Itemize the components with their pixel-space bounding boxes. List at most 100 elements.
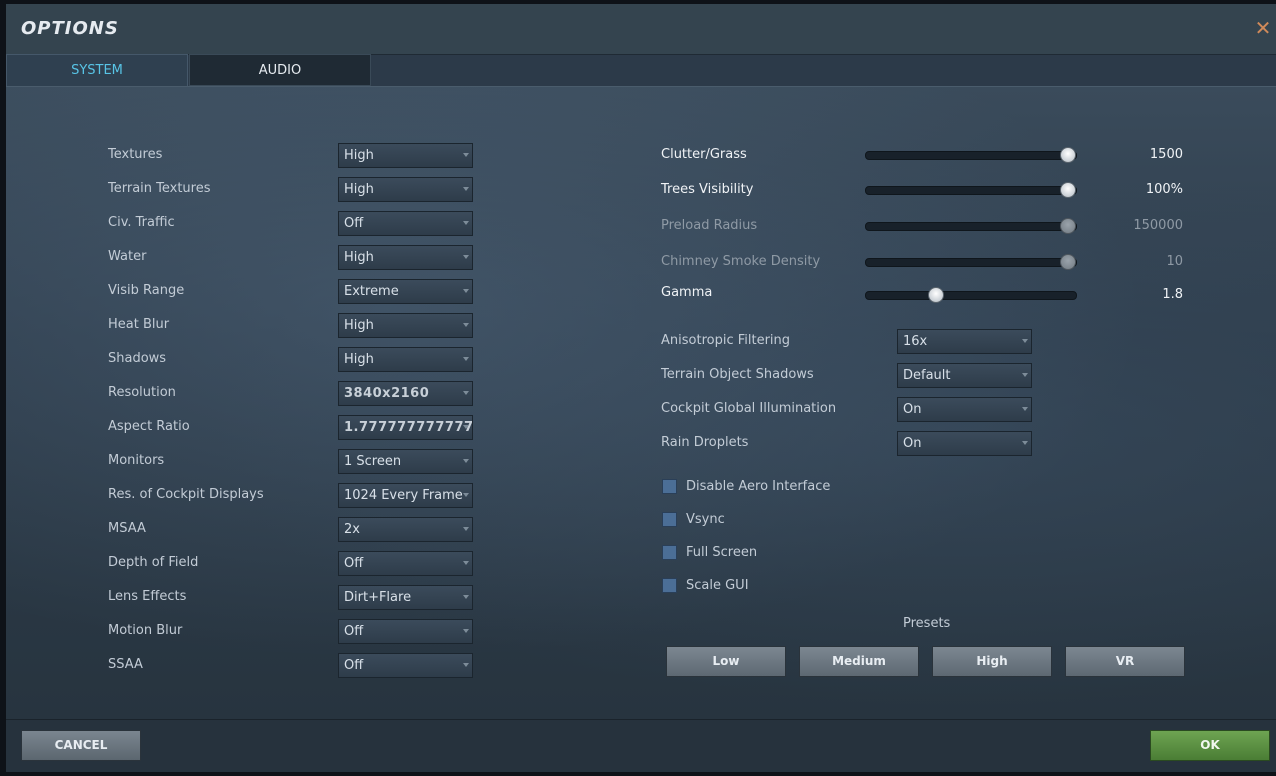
- tab-system[interactable]: SYSTEM: [6, 54, 188, 86]
- chevron-down-icon: [463, 561, 469, 565]
- chevron-down-icon: [463, 221, 469, 225]
- tab-audio[interactable]: AUDIO: [189, 54, 371, 86]
- chevron-down-icon: [463, 493, 469, 497]
- select-value: 1 Screen: [344, 454, 402, 469]
- chimney-smoke-label: Chimney Smoke Density: [661, 254, 821, 269]
- gamma-label: Gamma: [661, 285, 713, 300]
- motion-blur-select[interactable]: Off: [338, 619, 473, 644]
- chevron-down-icon: [1022, 441, 1028, 445]
- option-label: Depth of Field: [108, 555, 199, 570]
- select-value: On: [903, 436, 922, 451]
- chevron-down-icon: [463, 255, 469, 259]
- depth-of-field-select[interactable]: Off: [338, 551, 473, 576]
- monitors-select[interactable]: 1 Screen: [338, 449, 473, 474]
- civ-traffic-select[interactable]: Off: [338, 211, 473, 236]
- presets-label: Presets: [903, 616, 951, 631]
- option-label: Civ. Traffic: [108, 215, 175, 230]
- chevron-down-icon: [463, 425, 469, 429]
- option-label: Heat Blur: [108, 317, 170, 332]
- aspect-ratio-select[interactable]: 1.7777777777778: [338, 415, 473, 440]
- slider-thumb: [1060, 218, 1076, 234]
- clutter-grass-slider[interactable]: [865, 147, 1077, 163]
- preset-medium-button[interactable]: Medium: [799, 646, 919, 677]
- option-label: Monitors: [108, 453, 165, 468]
- select-value: Default: [903, 368, 951, 383]
- slider-thumb[interactable]: [1060, 182, 1076, 198]
- option-label: Resolution: [108, 385, 176, 400]
- textures-select[interactable]: High: [338, 143, 473, 168]
- preset-low-button[interactable]: Low: [666, 646, 786, 677]
- checkbox-box[interactable]: [662, 545, 677, 560]
- checkbox-label: Full Screen: [686, 545, 758, 560]
- option-label: MSAA: [108, 521, 146, 536]
- settings-panel: Textures High Terrain Textures High Civ.…: [6, 86, 1276, 720]
- cockpit-displays-select[interactable]: 1024 Every Frame: [338, 483, 473, 508]
- select-value: On: [903, 402, 922, 417]
- checkbox-box[interactable]: [662, 512, 677, 527]
- chevron-down-icon: [1022, 407, 1028, 411]
- preload-radius-slider: [865, 218, 1077, 234]
- msaa-select[interactable]: 2x: [338, 517, 473, 542]
- chevron-down-icon: [463, 459, 469, 463]
- chevron-down-icon: [463, 527, 469, 531]
- slider-thumb[interactable]: [928, 287, 945, 303]
- select-value: 1.7777777777778: [344, 420, 473, 435]
- window-title: OPTIONS: [21, 18, 119, 39]
- heat-blur-select[interactable]: High: [338, 313, 473, 338]
- ok-button[interactable]: OK: [1150, 730, 1270, 761]
- gamma-slider[interactable]: [865, 287, 1077, 303]
- shadows-select[interactable]: High: [338, 347, 473, 372]
- lens-effects-select[interactable]: Dirt+Flare: [338, 585, 473, 610]
- option-label: Lens Effects: [108, 589, 187, 604]
- anisotropic-select[interactable]: 16x: [897, 329, 1032, 354]
- select-value: High: [344, 318, 374, 333]
- option-label: Aspect Ratio: [108, 419, 190, 434]
- tab-bar: SYSTEM AUDIO: [6, 54, 1276, 86]
- clutter-grass-label: Clutter/Grass: [661, 147, 747, 162]
- select-value: 16x: [903, 334, 928, 349]
- select-value: High: [344, 182, 374, 197]
- ssaa-select[interactable]: Off: [338, 653, 473, 678]
- preset-high-button[interactable]: High: [932, 646, 1052, 677]
- select-value: Off: [344, 216, 364, 231]
- footer-bar: CANCEL OK: [6, 719, 1276, 772]
- close-icon[interactable]: ✕: [1254, 18, 1272, 38]
- chevron-down-icon: [463, 595, 469, 599]
- rain-droplets-select[interactable]: On: [897, 431, 1032, 456]
- chevron-down-icon: [463, 187, 469, 191]
- option-label: Terrain Textures: [108, 181, 211, 196]
- terrain-object-shadows-select[interactable]: Default: [897, 363, 1032, 388]
- cockpit-illumination-select[interactable]: On: [897, 397, 1032, 422]
- checkbox-box[interactable]: [662, 578, 677, 593]
- slider-thumb[interactable]: [1060, 147, 1076, 163]
- gamma-value: 1.8: [1162, 287, 1183, 302]
- chimney-smoke-slider: [865, 254, 1077, 270]
- select-value: 1024 Every Frame: [344, 488, 463, 503]
- option-label: Motion Blur: [108, 623, 183, 638]
- option-label: Shadows: [108, 351, 167, 366]
- option-label: Res. of Cockpit Displays: [108, 487, 264, 502]
- resolution-select[interactable]: 3840x2160: [338, 381, 473, 406]
- chevron-down-icon: [463, 289, 469, 293]
- visib-range-select[interactable]: Extreme: [338, 279, 473, 304]
- trees-visibility-slider[interactable]: [865, 182, 1077, 198]
- option-label: Visib Range: [108, 283, 185, 298]
- checkbox-box[interactable]: [662, 479, 677, 494]
- select-value: Off: [344, 624, 364, 639]
- chevron-down-icon: [463, 357, 469, 361]
- preset-vr-button[interactable]: VR: [1065, 646, 1185, 677]
- trees-visibility-value: 100%: [1145, 182, 1183, 197]
- checkbox-label: Scale GUI: [686, 578, 749, 593]
- chevron-down-icon: [463, 629, 469, 633]
- cancel-button[interactable]: CANCEL: [21, 730, 141, 761]
- select-value: High: [344, 352, 374, 367]
- chevron-down-icon: [463, 153, 469, 157]
- anisotropic-label: Anisotropic Filtering: [661, 333, 791, 348]
- option-label: SSAA: [108, 657, 143, 672]
- select-value: Dirt+Flare: [344, 590, 412, 605]
- chevron-down-icon: [463, 663, 469, 667]
- water-select[interactable]: High: [338, 245, 473, 270]
- terrain-textures-select[interactable]: High: [338, 177, 473, 202]
- checkbox-label: Vsync: [686, 512, 725, 527]
- slider-thumb: [1060, 254, 1076, 270]
